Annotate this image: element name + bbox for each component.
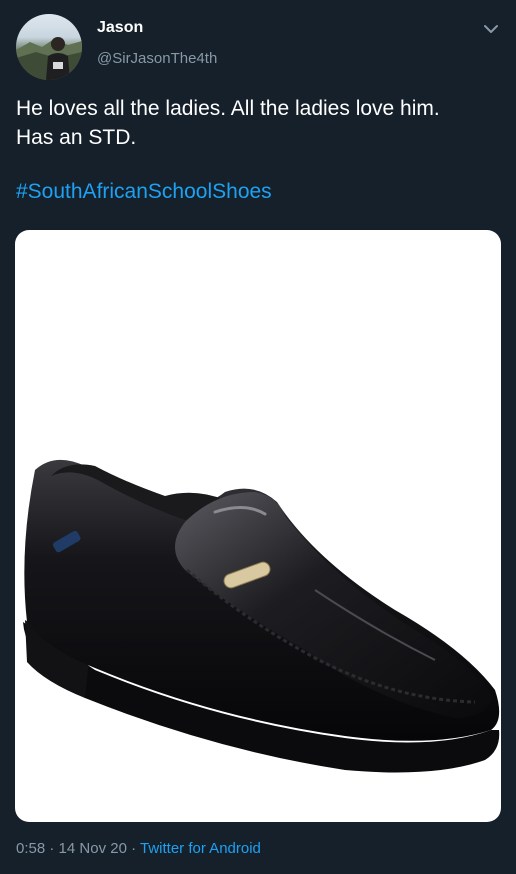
avatar[interactable]	[16, 14, 82, 80]
hashtag-link[interactable]: #SouthAfricanSchoolShoes	[16, 180, 272, 204]
separator: ·	[45, 840, 59, 857]
tweet-media[interactable]	[15, 230, 501, 822]
tweet-source-link[interactable]: Twitter for Android	[140, 840, 261, 857]
separator: ·	[126, 840, 140, 857]
author-handle[interactable]: @SirJasonThe4th	[97, 50, 217, 67]
chevron-down-icon[interactable]	[480, 18, 502, 40]
tweet-text: He loves all the ladies. All the ladies …	[16, 97, 440, 149]
tweet-time[interactable]: 0:58	[16, 840, 45, 857]
tweet-footer: 0:58 · 14 Nov 20 · Twitter for Android	[16, 840, 261, 857]
shoe-photo	[23, 459, 500, 773]
author-name[interactable]: Jason	[97, 19, 143, 37]
avatar-photo	[16, 37, 82, 80]
tweet-date[interactable]: 14 Nov 20	[59, 840, 127, 857]
